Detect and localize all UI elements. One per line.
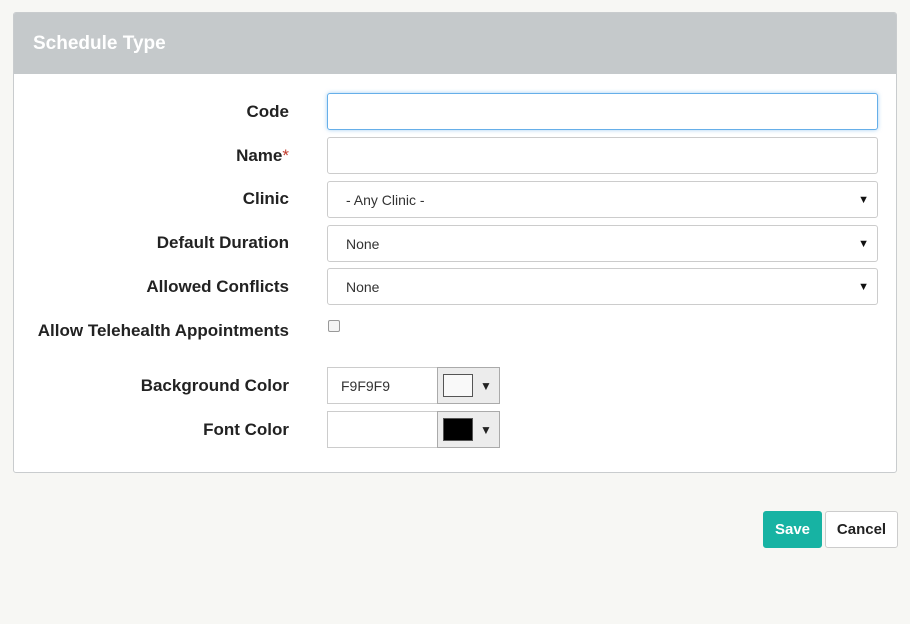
- schedule-type-panel: Schedule Type Code Name* Clinic - Any Cl…: [13, 12, 897, 473]
- default-duration-select[interactable]: None ▼: [327, 225, 878, 262]
- caret-down-icon: ▼: [480, 422, 492, 437]
- name-label-text: Name: [236, 146, 283, 165]
- allowed-conflicts-label: Allowed Conflicts: [146, 277, 289, 296]
- allowed-conflicts-select[interactable]: None ▼: [327, 268, 878, 305]
- required-mark: *: [282, 146, 289, 165]
- font-color-label: Font Color: [203, 420, 289, 439]
- panel-title: Schedule Type: [33, 32, 166, 54]
- telehealth-checkbox[interactable]: [328, 320, 340, 332]
- allowed-conflicts-value: None: [346, 278, 380, 295]
- background-color-picker[interactable]: ▼: [437, 367, 500, 404]
- background-color-label: Background Color: [140, 376, 289, 395]
- telehealth-label: Allow Telehealth Appointments: [37, 321, 289, 340]
- font-color-input[interactable]: [327, 411, 438, 448]
- code-input[interactable]: [327, 93, 878, 130]
- background-color-swatch: [443, 374, 473, 397]
- font-color-picker[interactable]: ▼: [437, 411, 500, 448]
- cancel-button[interactable]: Cancel: [825, 511, 898, 548]
- caret-down-icon: ▼: [480, 378, 492, 393]
- clinic-select-value: - Any Clinic -: [346, 191, 425, 208]
- name-input[interactable]: [327, 137, 878, 174]
- name-label: Name*: [236, 146, 289, 166]
- clinic-label: Clinic: [242, 189, 289, 208]
- font-color-swatch: [443, 418, 473, 441]
- background-color-input[interactable]: F9F9F9: [327, 367, 438, 404]
- clinic-select[interactable]: - Any Clinic - ▼: [327, 181, 878, 218]
- save-button[interactable]: Save: [763, 511, 822, 548]
- code-label: Code: [246, 102, 290, 121]
- caret-down-icon: ▼: [858, 280, 869, 293]
- default-duration-label: Default Duration: [156, 233, 289, 252]
- panel-header: Schedule Type: [14, 13, 896, 74]
- default-duration-value: None: [346, 235, 380, 252]
- caret-down-icon: ▼: [858, 193, 869, 206]
- caret-down-icon: ▼: [858, 237, 869, 250]
